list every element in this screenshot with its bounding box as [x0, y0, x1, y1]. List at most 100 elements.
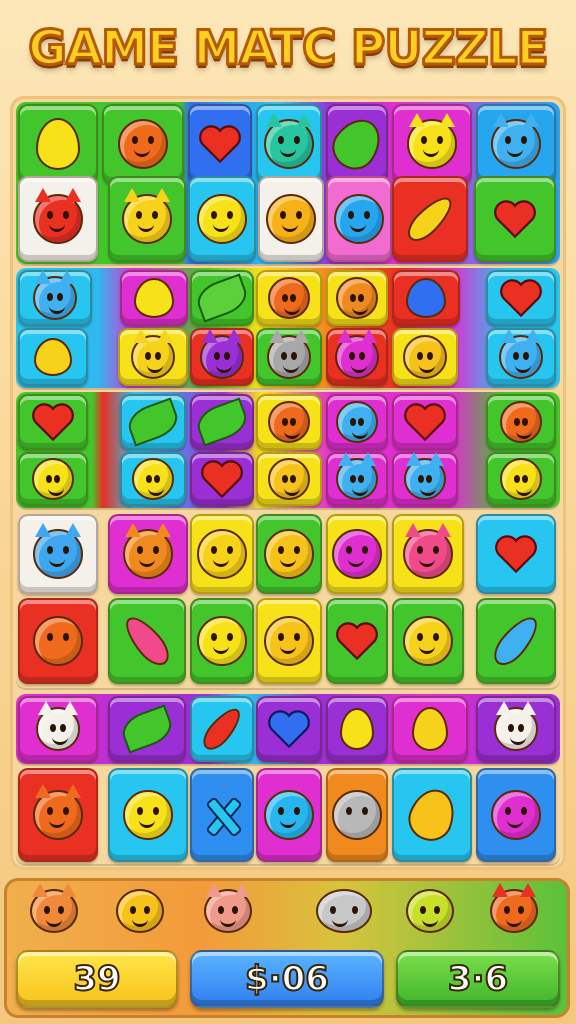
tile-r8-c2[interactable]: [108, 598, 186, 684]
piece-preview-6: [486, 883, 542, 936]
tile-r9-c5[interactable]: [326, 696, 388, 762]
tile-r5-c6[interactable]: [392, 394, 458, 450]
tile-r9-c3[interactable]: [190, 696, 254, 762]
tile-r5-c2[interactable]: [120, 394, 186, 450]
tile-r9-c4[interactable]: [256, 696, 322, 762]
tile-r1-c7[interactable]: [476, 104, 556, 184]
smiley-face-icon: [403, 335, 447, 379]
bell-icon: [412, 707, 448, 751]
tile-r8-c6[interactable]: [392, 598, 464, 684]
tile-r6-c2[interactable]: [120, 452, 186, 506]
tile-r1-c1[interactable]: [18, 104, 98, 184]
tile-r5-c7[interactable]: [486, 394, 556, 450]
tile-r9-c7[interactable]: [476, 696, 556, 762]
cat-face-icon: [264, 113, 314, 169]
tile-r5-c5[interactable]: [326, 394, 388, 450]
tile-r10-c7[interactable]: [476, 768, 556, 862]
orange-face-icon: [268, 401, 310, 443]
tile-r4-c4[interactable]: [256, 328, 322, 386]
tile-r7-c2[interactable]: [108, 514, 188, 594]
tile-r4-c5[interactable]: [326, 328, 388, 386]
tile-r7-c4[interactable]: [256, 514, 322, 594]
cat-face-icon: [200, 329, 244, 379]
cat-face-icon: [33, 270, 77, 320]
tile-r6-c1[interactable]: [18, 452, 88, 506]
tile-r2-c1[interactable]: [18, 176, 98, 262]
cat-face-icon: [499, 329, 543, 379]
tile-r3-c2[interactable]: [120, 270, 188, 326]
tile-r3-c1[interactable]: [18, 270, 92, 326]
tile-r10-c6[interactable]: [392, 768, 472, 862]
leaf-icon: [192, 273, 252, 323]
tile-r8-c4[interactable]: [256, 598, 322, 684]
tile-r5-c4[interactable]: [256, 394, 322, 450]
tile-r6-c7[interactable]: [486, 452, 556, 506]
cat-face-icon: [33, 784, 83, 840]
tile-r3-c4[interactable]: [256, 270, 322, 326]
tile-r10-c1[interactable]: [18, 768, 98, 862]
tile-r8-c7[interactable]: [476, 598, 556, 684]
flower-icon: [406, 278, 446, 318]
smiley-face-icon: [116, 889, 164, 933]
heart-icon: [404, 403, 446, 442]
tile-r2-c7[interactable]: [474, 176, 556, 262]
smiley-face-icon: [336, 401, 378, 443]
tile-r6-c4[interactable]: [256, 452, 322, 506]
tile-r4-c7[interactable]: [486, 328, 556, 386]
tile-r2-c4[interactable]: [258, 176, 324, 262]
cat-face-icon: [267, 329, 311, 379]
tile-r8-c1[interactable]: [18, 598, 98, 684]
tile-r7-c6[interactable]: [392, 514, 464, 594]
tile-r8-c3[interactable]: [190, 598, 254, 684]
tile-r1-c4[interactable]: [256, 104, 322, 184]
tile-r4-c2[interactable]: [118, 328, 188, 386]
tile-r1-c6[interactable]: [392, 104, 472, 184]
bird-face-icon: [264, 790, 314, 840]
tile-r2-c5[interactable]: [326, 176, 392, 262]
heart-icon: [199, 125, 241, 164]
tile-r5-c3[interactable]: [190, 394, 254, 450]
cat-face-icon: [403, 523, 453, 579]
tile-r3-c5[interactable]: [326, 270, 388, 326]
tile-r5-c1[interactable]: [18, 394, 88, 450]
tile-r2-c2[interactable]: [108, 176, 186, 262]
smiley-face-icon: [32, 458, 74, 500]
cat-face-icon: [131, 329, 175, 379]
tile-r9-c6[interactable]: [392, 696, 468, 762]
cat-face-icon: [122, 188, 172, 244]
tile-r4-c6[interactable]: [392, 328, 458, 386]
tile-r9-c2[interactable]: [108, 696, 186, 762]
tile-r1-c2[interactable]: [102, 104, 184, 184]
tile-r9-c1[interactable]: [18, 696, 98, 762]
piece-preview-3: [200, 883, 256, 936]
tile-r6-c3[interactable]: [190, 452, 254, 506]
tile-r7-c7[interactable]: [476, 514, 556, 594]
tile-r4-c1[interactable]: [18, 328, 88, 386]
tile-r6-c5[interactable]: [326, 452, 388, 506]
tile-r4-c3[interactable]: [190, 328, 254, 386]
tile-r2-c3[interactable]: [188, 176, 256, 262]
bottle-icon: [324, 110, 390, 178]
smiley-face-icon: [197, 529, 247, 579]
cat-face-icon: [33, 188, 83, 244]
tile-r10-c5[interactable]: [326, 768, 388, 862]
piece-preview-2: [112, 886, 168, 936]
pear-icon: [340, 708, 374, 750]
tile-r7-c1[interactable]: [18, 514, 98, 594]
cat-face-icon: [494, 701, 538, 751]
tile-r1-c5[interactable]: [324, 104, 390, 184]
smiley-face-icon: [264, 616, 314, 666]
tile-r2-c6[interactable]: [392, 176, 468, 262]
tile-r3-c3[interactable]: [190, 270, 254, 326]
tile-r10-c4[interactable]: [256, 768, 322, 862]
tile-r7-c5[interactable]: [326, 514, 388, 594]
tile-r3-c6[interactable]: [392, 270, 460, 326]
sun-face-icon: [264, 529, 314, 579]
tile-r8-c5[interactable]: [326, 598, 388, 684]
tile-r3-c7[interactable]: [486, 270, 556, 326]
tile-r10-c2[interactable]: [108, 768, 188, 862]
tile-r1-c3[interactable]: [188, 104, 252, 184]
tile-r7-c3[interactable]: [190, 514, 254, 594]
tile-r6-c6[interactable]: [392, 452, 458, 506]
tile-r10-c3[interactable]: [190, 768, 254, 862]
